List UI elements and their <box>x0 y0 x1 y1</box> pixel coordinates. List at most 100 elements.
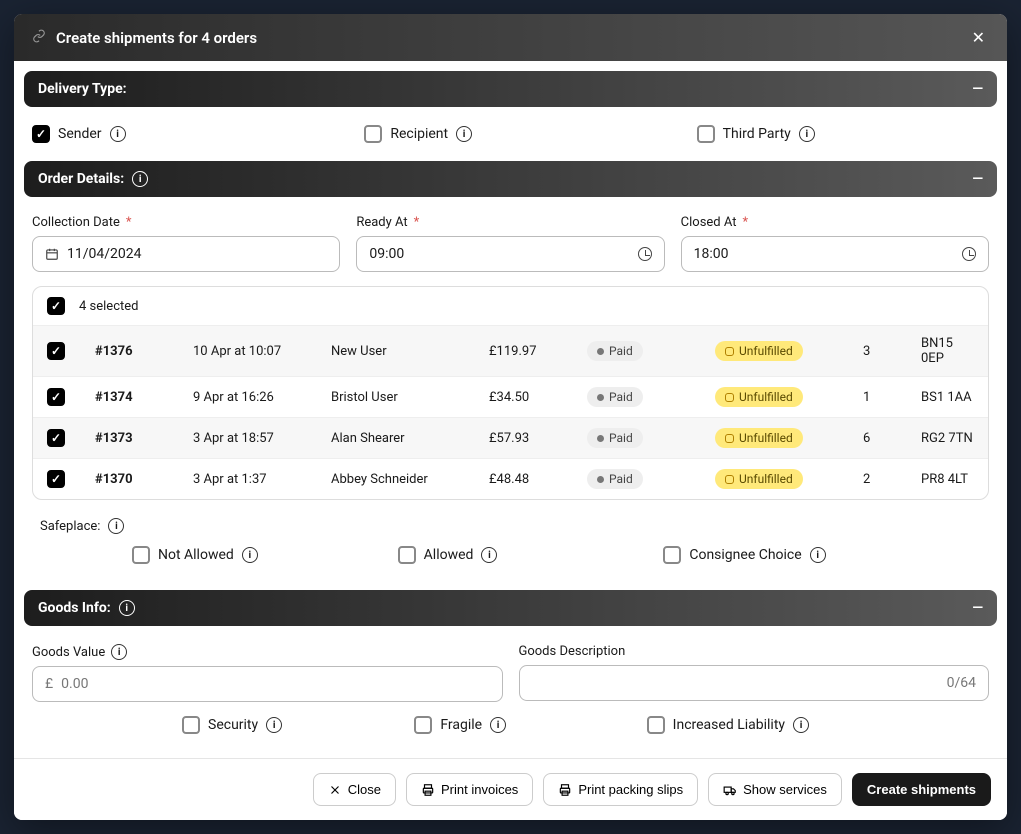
safeplace-label: Safeplace: <box>40 519 100 534</box>
print-packing-slips-label: Print packing slips <box>578 782 683 797</box>
info-icon[interactable] <box>481 547 497 563</box>
create-shipments-button[interactable]: Create shipments <box>852 773 991 806</box>
input-goods-value[interactable]: £ 0.00 <box>32 666 503 702</box>
collapse-icon[interactable]: — <box>972 600 983 616</box>
order-postcode: BS1 1AA <box>921 390 974 405</box>
order-time: 3 Apr at 1:37 <box>193 472 323 487</box>
label-closed-at: Closed At <box>681 215 737 230</box>
order-amount: £48.48 <box>489 472 579 487</box>
info-icon[interactable] <box>108 518 124 534</box>
info-icon[interactable] <box>110 126 126 142</box>
fulfillment-badge: Unfulfilled <box>715 428 803 448</box>
label-goods-value: Goods Value <box>32 645 105 660</box>
order-customer: Bristol User <box>331 390 481 405</box>
table-row[interactable]: #1374 9 Apr at 16:26 Bristol User £34.50… <box>33 376 988 417</box>
collapse-icon[interactable]: — <box>972 81 983 97</box>
checkbox-not-allowed[interactable] <box>132 546 150 564</box>
checkbox-recipient[interactable] <box>364 125 382 143</box>
info-icon[interactable] <box>119 600 135 616</box>
section-delivery-type-content: Sender Recipient Third Party <box>24 119 997 161</box>
checkbox-sender[interactable] <box>32 125 50 143</box>
field-closed-at: Closed At * 18:00 <box>681 215 989 272</box>
order-postcode: BN15 0EP <box>921 336 974 366</box>
select-all-checkbox[interactable] <box>47 297 65 315</box>
table-row[interactable]: #1376 10 Apr at 10:07 New User £119.97 P… <box>33 325 988 376</box>
label-collection-date: Collection Date <box>32 215 120 230</box>
checkbox-consignee-choice[interactable] <box>663 546 681 564</box>
delivery-type-third-party[interactable]: Third Party <box>697 125 989 143</box>
value-ready-at: 09:00 <box>369 246 629 262</box>
info-icon[interactable] <box>266 717 282 733</box>
fulfillment-badge: Unfulfilled <box>715 387 803 407</box>
delivery-type-recipient[interactable]: Recipient <box>364 125 656 143</box>
checkbox-security[interactable] <box>182 716 200 734</box>
payment-badge: Paid <box>587 469 643 489</box>
field-goods-value: Goods Value £ 0.00 <box>32 644 503 702</box>
close-label: Close <box>348 782 381 797</box>
print-invoices-label: Print invoices <box>441 782 518 797</box>
modal-title: Create shipments for 4 orders <box>56 29 958 47</box>
safeplace-label-row: Safeplace: <box>32 514 989 546</box>
safeplace-consignee-choice[interactable]: Consignee Choice <box>663 546 889 564</box>
label-allowed: Allowed <box>424 547 474 563</box>
flag-security[interactable]: Security <box>182 716 374 734</box>
row-checkbox[interactable] <box>47 429 65 447</box>
info-icon[interactable] <box>793 717 809 733</box>
section-delivery-type-header[interactable]: Delivery Type: — <box>24 71 997 107</box>
safeplace-allowed[interactable]: Allowed <box>398 546 624 564</box>
close-icon[interactable]: ✕ <box>968 28 989 47</box>
orders-table-header: 4 selected <box>33 287 988 325</box>
orders-table: 4 selected #1376 10 Apr at 10:07 New Use… <box>32 286 989 500</box>
checkbox-fragile[interactable] <box>414 716 432 734</box>
payment-badge: Paid <box>587 428 643 448</box>
table-row[interactable]: #1373 3 Apr at 18:57 Alan Shearer £57.93… <box>33 417 988 458</box>
clock-icon <box>638 247 652 261</box>
currency-prefix: £ <box>45 676 53 692</box>
safeplace-not-allowed[interactable]: Not Allowed <box>132 546 358 564</box>
collapse-icon[interactable]: — <box>972 171 983 187</box>
section-title: Delivery Type: <box>38 81 127 97</box>
input-collection-date[interactable]: 11/04/2024 <box>32 236 340 272</box>
row-checkbox[interactable] <box>47 342 65 360</box>
flag-increased-liability[interactable]: Increased Liability <box>647 716 839 734</box>
print-invoices-button[interactable]: Print invoices <box>406 773 533 806</box>
delivery-type-sender[interactable]: Sender <box>32 125 324 143</box>
clock-icon <box>962 247 976 261</box>
row-checkbox[interactable] <box>47 470 65 488</box>
selected-count: 4 selected <box>79 299 138 314</box>
label-fragile: Fragile <box>440 717 482 733</box>
info-icon[interactable] <box>111 644 127 660</box>
row-checkbox[interactable] <box>47 388 65 406</box>
payment-badge: Paid <box>587 341 643 361</box>
modal-header: Create shipments for 4 orders ✕ <box>14 14 1007 61</box>
flag-fragile[interactable]: Fragile <box>414 716 606 734</box>
checkbox-third-party[interactable] <box>697 125 715 143</box>
checkbox-increased-liability[interactable] <box>647 716 665 734</box>
input-ready-at[interactable]: 09:00 <box>356 236 664 272</box>
label-not-allowed: Not Allowed <box>158 547 234 563</box>
input-goods-description[interactable]: 0/64 <box>519 665 990 701</box>
table-row[interactable]: #1370 3 Apr at 1:37 Abbey Schneider £48.… <box>33 458 988 499</box>
order-qty: 6 <box>863 431 913 446</box>
order-customer: Alan Shearer <box>331 431 481 446</box>
info-icon[interactable] <box>456 126 472 142</box>
info-icon[interactable] <box>132 171 148 187</box>
create-shipments-label: Create shipments <box>867 782 976 797</box>
order-id: #1376 <box>95 344 185 359</box>
checkbox-allowed[interactable] <box>398 546 416 564</box>
show-services-button[interactable]: Show services <box>708 773 842 806</box>
calendar-icon <box>45 247 59 261</box>
required-marker: * <box>126 215 132 230</box>
x-icon <box>328 783 342 797</box>
show-services-label: Show services <box>743 782 827 797</box>
section-goods-info-header[interactable]: Goods Info: — <box>24 590 997 626</box>
section-order-details-header[interactable]: Order Details: — <box>24 161 997 197</box>
info-icon[interactable] <box>490 717 506 733</box>
info-icon[interactable] <box>799 126 815 142</box>
order-qty: 2 <box>863 472 913 487</box>
info-icon[interactable] <box>242 547 258 563</box>
close-button[interactable]: Close <box>313 773 396 806</box>
info-icon[interactable] <box>810 547 826 563</box>
print-packing-slips-button[interactable]: Print packing slips <box>543 773 698 806</box>
input-closed-at[interactable]: 18:00 <box>681 236 989 272</box>
